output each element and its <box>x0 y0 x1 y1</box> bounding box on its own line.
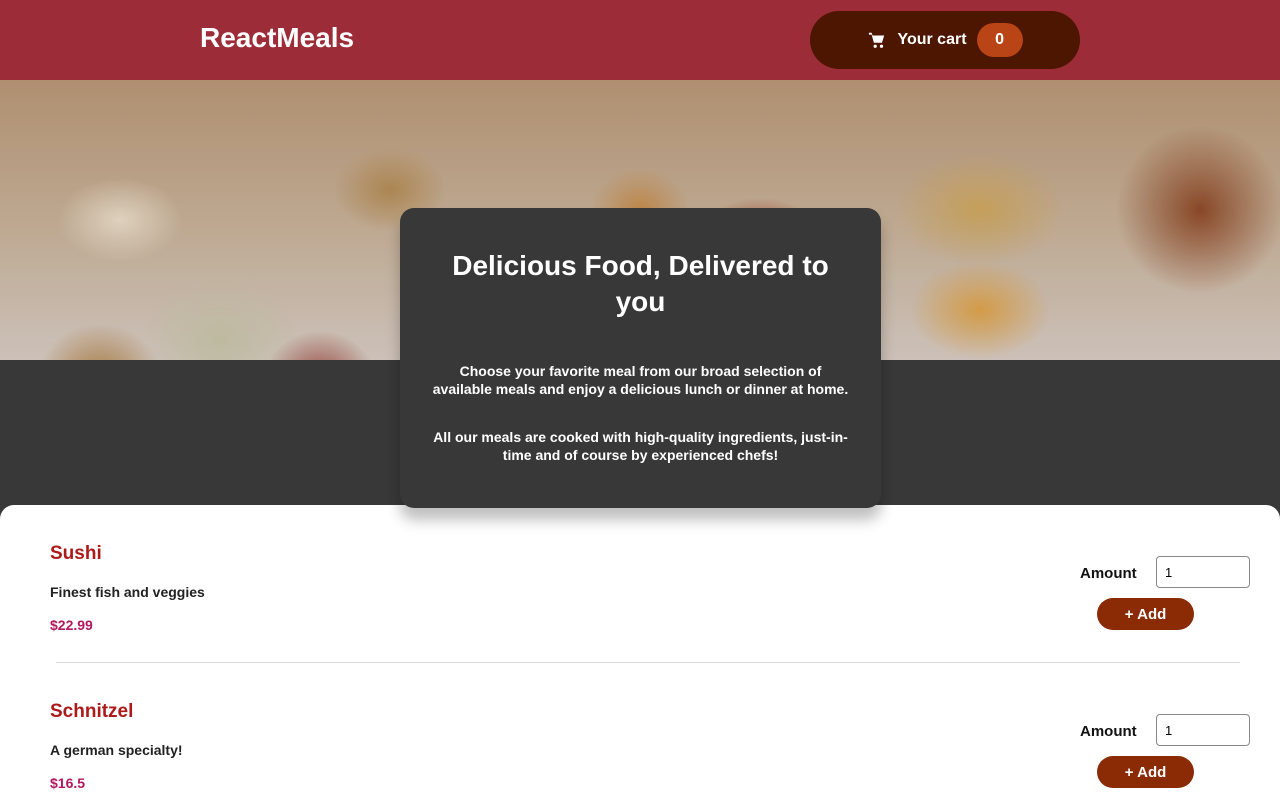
meal-item: Sushi Finest fish and veggies $22.99 Amo… <box>50 505 1250 663</box>
amount-label: Amount <box>1080 565 1137 582</box>
cart-icon <box>867 30 887 50</box>
meal-item: Schnitzel A german specialty! $16.5 Amou… <box>50 663 1250 800</box>
meal-description: A german specialty! <box>50 742 183 758</box>
app-header: ReactMeals Your cart 0 <box>0 0 1280 80</box>
meals-summary-card: Delicious Food, Delivered to you Choose … <box>400 208 881 508</box>
add-to-cart-button[interactable]: + Add <box>1097 598 1194 630</box>
amount-label: Amount <box>1080 723 1137 740</box>
cart-count-badge: 0 <box>976 23 1023 57</box>
add-to-cart-button[interactable]: + Add <box>1097 756 1194 788</box>
amount-input[interactable] <box>1156 714 1250 746</box>
summary-title: Delicious Food, Delivered to you <box>452 250 829 317</box>
cart-button[interactable]: Your cart 0 <box>810 11 1080 69</box>
meal-name: Schnitzel <box>50 701 134 722</box>
meal-name: Sushi <box>50 543 102 564</box>
meals-list-card: Sushi Finest fish and veggies $22.99 Amo… <box>0 505 1280 800</box>
amount-input[interactable] <box>1156 556 1250 588</box>
meal-price: $16.5 <box>50 775 86 791</box>
meal-description: Finest fish and veggies <box>50 584 205 600</box>
summary-paragraph-2: All our meals are cooked with high-quali… <box>433 429 848 463</box>
meal-price: $22.99 <box>50 617 93 633</box>
summary-paragraph-1: Choose your favorite meal from our broad… <box>432 363 849 397</box>
cart-label: Your cart <box>897 31 967 48</box>
app-logo: ReactMeals <box>200 22 355 53</box>
